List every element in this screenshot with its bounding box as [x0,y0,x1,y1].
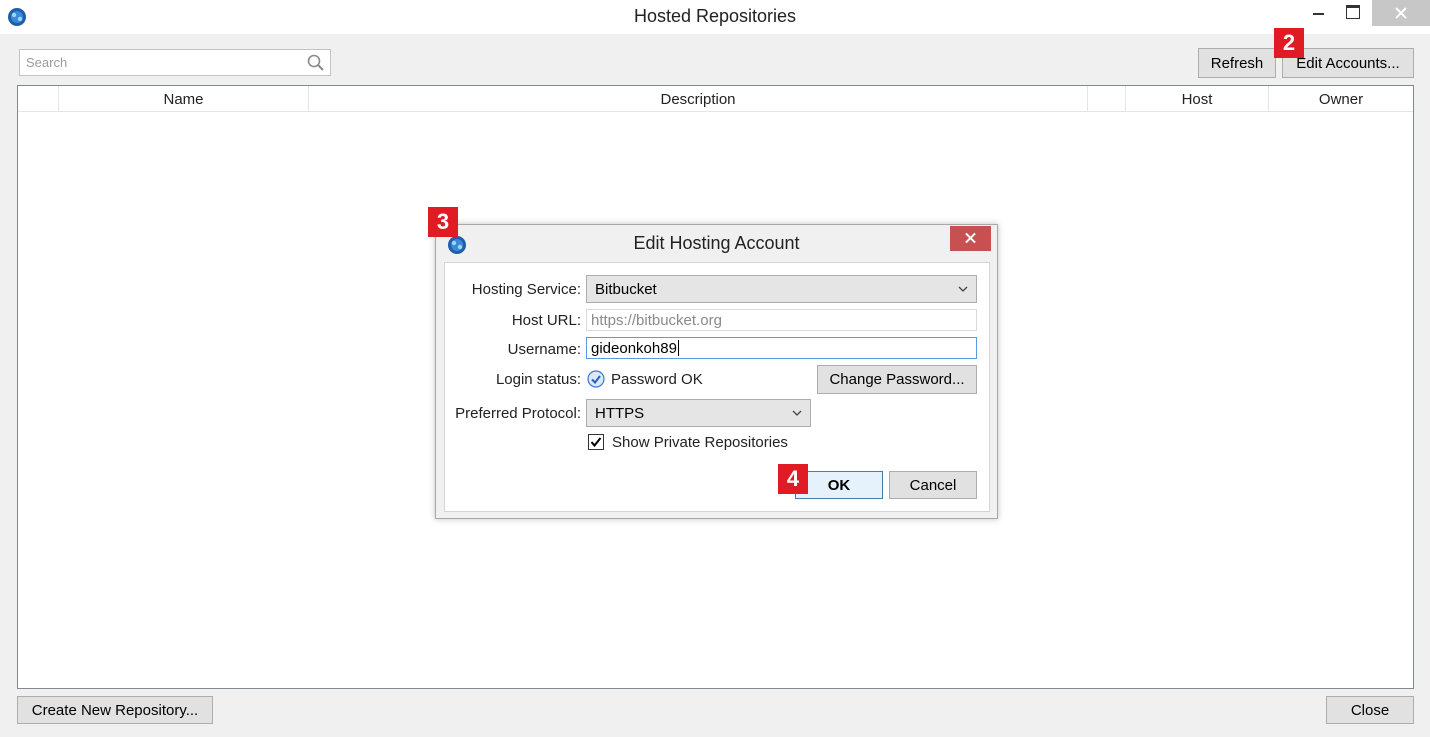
username-field[interactable]: gideonkoh89 [586,337,977,359]
hosting-service-dropdown[interactable]: Bitbucket [586,275,977,303]
dialog-title: Edit Hosting Account [633,233,800,253]
create-new-repository-button[interactable]: Create New Repository... [17,696,213,724]
column-header-select[interactable] [18,86,59,112]
username-value: gideonkoh89 [591,339,677,357]
host-url-label: Host URL: [511,312,581,329]
window-title: Hosted Repositories [633,6,797,26]
preferred-protocol-value: HTTPS [595,404,645,422]
step-marker-4: 4 [778,464,808,494]
search-box [19,49,331,76]
checkmark-icon [590,437,602,448]
change-password-button[interactable]: Change Password... [817,365,977,394]
show-private-repositories-label[interactable]: Show Private Repositories [612,434,788,451]
host-url-field[interactable]: https://bitbucket.org [586,309,977,331]
column-header-type[interactable] [1088,86,1126,112]
hosting-service-value: Bitbucket [595,280,657,298]
check-circle-icon [587,370,605,388]
hosting-service-label: Hosting Service: [471,281,581,298]
edit-hosting-account-dialog: Edit Hosting Account Hosting Service: Bi… [435,224,998,519]
column-header-host[interactable]: Host [1126,86,1269,112]
window-titlebar: Hosted Repositories [0,0,1430,34]
cancel-button[interactable]: Cancel [889,471,977,499]
step-marker-2: 2 [1274,28,1304,58]
refresh-button[interactable]: Refresh [1198,48,1276,78]
preferred-protocol-label: Preferred Protocol: [455,405,581,422]
ok-button[interactable]: OK [795,471,883,499]
text-caret [677,340,679,356]
close-button[interactable]: Close [1326,696,1414,724]
maximize-button[interactable] [1337,0,1371,26]
column-header-description[interactable]: Description [309,86,1088,112]
host-url-value: https://bitbucket.org [591,311,722,329]
chevron-down-icon [792,410,802,416]
login-status-label: Login status: [495,371,581,388]
search-icon[interactable] [306,53,326,73]
step-marker-3: 3 [428,207,458,237]
dialog-body: Hosting Service: Bitbucket Host URL: htt… [444,262,990,512]
show-private-repositories-checkbox[interactable] [588,434,604,450]
chevron-down-icon [958,286,968,292]
search-input[interactable] [20,50,300,75]
username-label: Username: [507,341,581,358]
window-close-button[interactable] [1372,0,1430,26]
login-status-value: Password OK [611,371,703,388]
dialog-close-button[interactable] [950,226,991,251]
minimize-button[interactable] [1300,0,1334,26]
column-header-name[interactable]: Name [59,86,309,112]
preferred-protocol-dropdown[interactable]: HTTPS [586,399,811,427]
column-header-owner[interactable]: Owner [1269,86,1413,112]
table-header: Name Description Host Owner [18,86,1413,112]
